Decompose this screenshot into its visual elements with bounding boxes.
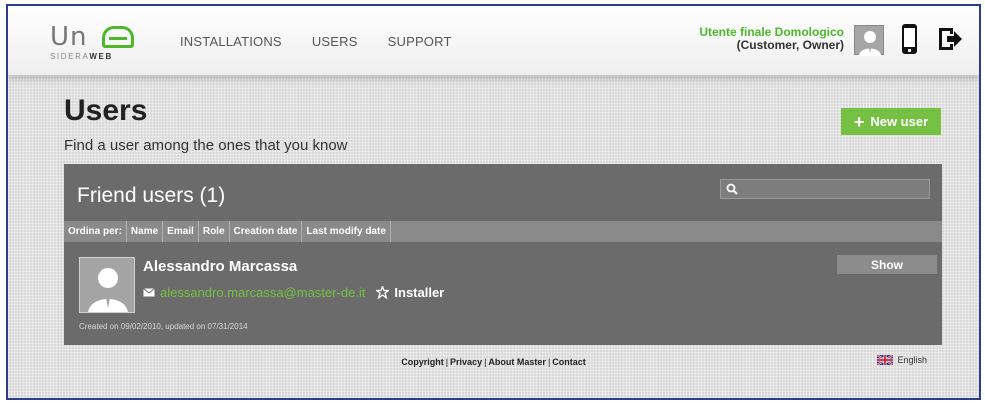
- footer-about[interactable]: About Master: [488, 357, 546, 367]
- installer-icon: [376, 286, 390, 299]
- account-avatar-icon[interactable]: [854, 25, 884, 56]
- user-contact: alessandro.marcassa@master-de.it Install…: [143, 285, 444, 300]
- main-nav: INSTALLATIONS USERS SUPPORT: [180, 34, 452, 49]
- nav-support[interactable]: SUPPORT: [388, 34, 452, 49]
- user-role: Installer: [394, 285, 445, 300]
- sort-bar: Ordina per: Name Email Role Creation dat…: [64, 221, 942, 242]
- search-box[interactable]: [720, 179, 930, 199]
- footer-contact[interactable]: Contact: [552, 357, 586, 367]
- sort-role[interactable]: Role: [199, 221, 230, 242]
- user-dates: Created on 09/02/2010, updated on 07/31/…: [79, 322, 248, 331]
- new-user-button[interactable]: + New user: [841, 108, 941, 135]
- user-row: Alessandro Marcassa alessandro.marcassa@…: [64, 243, 942, 345]
- user-email-link[interactable]: alessandro.marcassa@master-de.it: [160, 285, 365, 300]
- plus-icon: +: [853, 111, 865, 132]
- top-bar: Un SIDERAWEB INSTALLATIONS USERS SUPPORT…: [8, 6, 979, 76]
- language-selector[interactable]: English: [877, 355, 927, 365]
- footer-links: Copyright | Privacy | About Master | Contact: [401, 357, 586, 367]
- sort-creation-date[interactable]: Creation date: [230, 221, 303, 242]
- account-info[interactable]: Utente finale Domologico (Customer, Owne…: [699, 26, 844, 52]
- account-role: (Customer, Owner): [736, 38, 844, 52]
- nav-users[interactable]: USERS: [312, 34, 358, 49]
- app-frame: Un SIDERAWEB INSTALLATIONS USERS SUPPORT…: [6, 4, 981, 400]
- sort-last-modify-date[interactable]: Last modify date: [302, 221, 391, 242]
- sort-label: Ordina per:: [64, 221, 127, 242]
- mail-icon: [143, 288, 155, 297]
- show-button[interactable]: Show: [837, 255, 937, 274]
- search-input[interactable]: [738, 180, 929, 198]
- friend-users-panel: Friend users (1) Ordina per: Name Email …: [64, 164, 942, 345]
- sort-name[interactable]: Name: [127, 221, 164, 242]
- new-user-label: New user: [870, 114, 929, 129]
- logo-mark-icon: [102, 26, 134, 48]
- uk-flag-icon: [877, 355, 894, 365]
- nav-installations[interactable]: INSTALLATIONS: [180, 34, 282, 49]
- user-avatar-icon: [79, 257, 135, 313]
- footer-copyright[interactable]: Copyright: [401, 357, 444, 367]
- una-logo[interactable]: Un SIDERAWEB: [50, 24, 140, 64]
- footer-privacy[interactable]: Privacy: [450, 357, 482, 367]
- search-icon: [726, 183, 738, 195]
- language-label: English: [897, 355, 927, 365]
- page-title: Users: [64, 94, 148, 127]
- user-name[interactable]: Alessandro Marcassa: [143, 258, 297, 275]
- logout-icon[interactable]: [937, 26, 963, 52]
- sort-email[interactable]: Email: [163, 221, 199, 242]
- page-subtitle: Find a user among the ones that you know: [64, 137, 348, 154]
- panel-title: Friend users (1): [77, 184, 226, 207]
- logo-word: Un: [50, 22, 88, 52]
- logo-sub: SIDERAWEB: [50, 52, 113, 61]
- phone-icon[interactable]: [901, 23, 918, 55]
